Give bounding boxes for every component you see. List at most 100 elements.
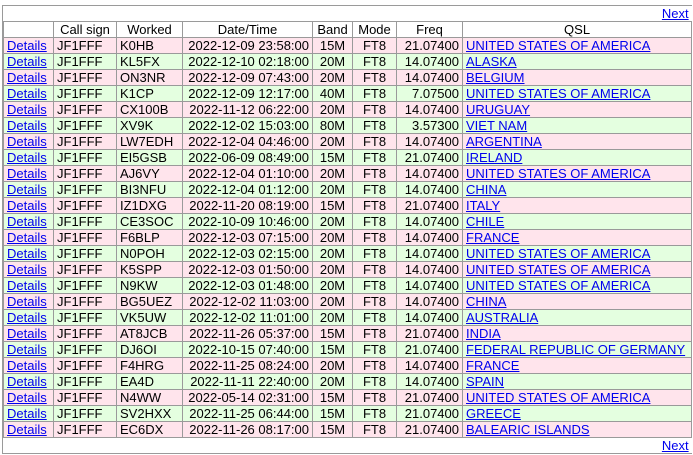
qsl-country-link[interactable]: INDIA bbox=[466, 327, 501, 341]
details-link[interactable]: Details bbox=[7, 55, 47, 69]
qsl-country-link[interactable]: AUSTRALIA bbox=[466, 311, 538, 325]
qsl-country-link[interactable]: CHILE bbox=[466, 215, 504, 229]
call-sign-cell: JF1FFF bbox=[53, 213, 117, 230]
freq-cell: 14.07400 bbox=[396, 261, 463, 278]
details-link[interactable]: Details bbox=[7, 343, 47, 357]
table-row: Details JF1FFF XV9K 2022-12-02 15:03:00 80M F… bbox=[3, 117, 693, 134]
band-cell: 15M bbox=[312, 37, 353, 54]
details-link[interactable]: Details bbox=[7, 183, 47, 197]
mode-cell: FT8 bbox=[352, 373, 397, 390]
details-link[interactable]: Details bbox=[7, 39, 47, 53]
datetime-cell: 2022-12-10 02:18:00 bbox=[182, 53, 313, 70]
details-link[interactable]: Details bbox=[7, 295, 47, 309]
table-row: Details JF1FFF ON3NR 2022-12-09 07:43:00 20M… bbox=[3, 69, 693, 86]
worked-cell: DJ6OI bbox=[116, 341, 183, 358]
freq-cell: 14.07400 bbox=[396, 101, 463, 118]
header-row: Call sign Worked Date/Time Band Mode Fre… bbox=[3, 21, 693, 38]
details-link[interactable]: Details bbox=[7, 311, 47, 325]
details-link[interactable]: Details bbox=[7, 263, 47, 277]
qsl-cell: GREECE bbox=[461, 405, 693, 422]
details-link[interactable]: Details bbox=[7, 279, 47, 293]
qsl-country-link[interactable]: FRANCE bbox=[466, 231, 519, 245]
mode-cell: FT8 bbox=[352, 85, 397, 102]
details-link[interactable]: Details bbox=[7, 247, 47, 261]
worked-cell: N0POH bbox=[116, 245, 183, 262]
details-link[interactable]: Details bbox=[7, 135, 47, 149]
qsl-country-link[interactable]: UNITED STATES OF AMERICA bbox=[466, 279, 650, 293]
band-cell: 20M bbox=[312, 229, 353, 246]
qsl-country-link[interactable]: UNITED STATES OF AMERICA bbox=[466, 87, 650, 101]
qsl-country-link[interactable]: IRELAND bbox=[466, 151, 522, 165]
datetime-cell: 2022-11-25 06:44:00 bbox=[182, 405, 313, 422]
qsl-country-link[interactable]: ITALY bbox=[466, 199, 500, 213]
table-row: Details JF1FFF LW7EDH 2022-12-04 04:46:00 20… bbox=[3, 133, 693, 150]
call-sign-cell: JF1FFF bbox=[53, 261, 117, 278]
qsl-country-link[interactable]: URUGUAY bbox=[466, 103, 530, 117]
worked-cell: AT8JCB bbox=[116, 325, 183, 342]
band-cell: 15M bbox=[312, 149, 353, 166]
qsl-country-link[interactable]: BELGIUM bbox=[466, 71, 525, 85]
mode-cell: FT8 bbox=[352, 261, 397, 278]
worked-cell: CX100B bbox=[116, 101, 183, 118]
details-link[interactable]: Details bbox=[7, 167, 47, 181]
datetime-cell: 2022-11-12 06:22:00 bbox=[182, 101, 313, 118]
details-link[interactable]: Details bbox=[7, 423, 47, 437]
details-cell: Details bbox=[3, 229, 54, 246]
details-link[interactable]: Details bbox=[7, 103, 47, 117]
details-link[interactable]: Details bbox=[7, 359, 47, 373]
freq-cell: 14.07400 bbox=[396, 277, 463, 294]
details-link[interactable]: Details bbox=[7, 119, 47, 133]
freq-cell: 14.07400 bbox=[396, 373, 463, 390]
qsl-country-link[interactable]: VIET NAM bbox=[466, 119, 527, 133]
details-link[interactable]: Details bbox=[7, 215, 47, 229]
freq-cell: 14.07400 bbox=[396, 229, 463, 246]
qsl-country-link[interactable]: UNITED STATES OF AMERICA bbox=[466, 391, 650, 405]
next-link-bottom[interactable]: Next bbox=[662, 438, 689, 453]
qso-log-table: Next Call sign Worked Date/Time Band Mod… bbox=[3, 6, 693, 453]
table-row: Details JF1FFF N9KW 2022-12-03 01:48:00 20M F… bbox=[3, 277, 693, 294]
freq-cell: 21.07400 bbox=[396, 325, 463, 342]
call-sign-cell: JF1FFF bbox=[53, 277, 117, 294]
qsl-country-link[interactable]: ARGENTINA bbox=[466, 135, 542, 149]
freq-cell: 21.07400 bbox=[396, 341, 463, 358]
details-link[interactable]: Details bbox=[7, 391, 47, 405]
next-link-top[interactable]: Next bbox=[662, 6, 689, 21]
qsl-country-link[interactable]: BALEARIC ISLANDS bbox=[466, 423, 590, 437]
qsl-country-link[interactable]: SPAIN bbox=[466, 375, 504, 389]
table-row: Details JF1FFF IZ1DXG 2022-11-20 08:19:00 15… bbox=[3, 197, 693, 214]
worked-cell: KL5FX bbox=[116, 53, 183, 70]
details-link[interactable]: Details bbox=[7, 199, 47, 213]
freq-cell: 14.07400 bbox=[396, 165, 463, 182]
qsl-country-link[interactable]: CHINA bbox=[466, 295, 506, 309]
details-link[interactable]: Details bbox=[7, 231, 47, 245]
datetime-cell: 2022-12-02 11:01:00 bbox=[182, 309, 313, 326]
call-sign-cell: JF1FFF bbox=[53, 357, 117, 374]
mode-cell: FT8 bbox=[352, 293, 397, 310]
qsl-country-link[interactable]: UNITED STATES OF AMERICA bbox=[466, 167, 650, 181]
qsl-country-link[interactable]: FRANCE bbox=[466, 359, 519, 373]
table-row: Details JF1FFF EA4D 2022-11-11 22:40:00 20M F… bbox=[3, 373, 693, 390]
details-cell: Details bbox=[3, 149, 54, 166]
call-sign-cell: JF1FFF bbox=[53, 373, 117, 390]
details-link[interactable]: Details bbox=[7, 87, 47, 101]
details-link[interactable]: Details bbox=[7, 151, 47, 165]
details-link[interactable]: Details bbox=[7, 407, 47, 421]
details-link[interactable]: Details bbox=[7, 71, 47, 85]
qsl-cell: CHINA bbox=[461, 293, 693, 310]
details-link[interactable]: Details bbox=[7, 375, 47, 389]
band-cell: 40M bbox=[312, 85, 353, 102]
qsl-country-link[interactable]: UNITED STATES OF AMERICA bbox=[466, 247, 650, 261]
top-nav-cell: Next bbox=[3, 6, 692, 22]
details-cell: Details bbox=[3, 261, 54, 278]
table-row: Details JF1FFF N0POH 2022-12-03 02:15:00 20M… bbox=[3, 245, 693, 262]
details-link[interactable]: Details bbox=[7, 327, 47, 341]
details-cell: Details bbox=[3, 325, 54, 342]
qsl-country-link[interactable]: CHINA bbox=[466, 183, 506, 197]
qsl-country-link[interactable]: FEDERAL REPUBLIC OF GERMANY bbox=[466, 343, 685, 357]
qsl-country-link[interactable]: UNITED STATES OF AMERICA bbox=[466, 263, 650, 277]
qsl-country-link[interactable]: ALASKA bbox=[466, 55, 517, 69]
qsl-country-link[interactable]: UNITED STATES OF AMERICA bbox=[466, 39, 650, 53]
worked-cell: K5SPP bbox=[116, 261, 183, 278]
details-cell: Details bbox=[3, 277, 54, 294]
qsl-country-link[interactable]: GREECE bbox=[466, 407, 521, 421]
